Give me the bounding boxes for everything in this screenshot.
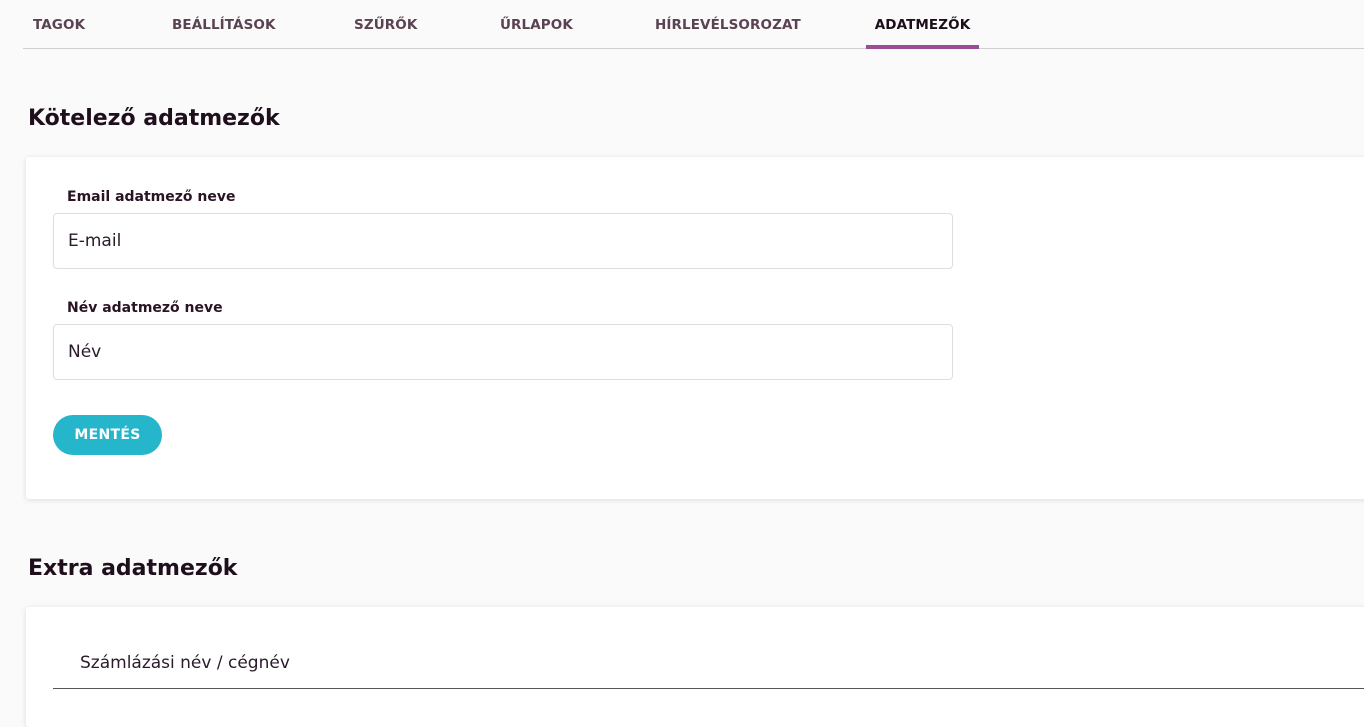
save-button[interactable]: MENTÉS [53, 415, 162, 455]
tab-hirlevelsorozat[interactable]: HÍRLEVÉLSOROZAT [655, 0, 801, 48]
name-field-input[interactable] [53, 324, 953, 380]
extra-field-row[interactable]: Számlázási név / cégnév [53, 635, 1364, 689]
tab-bar: TAGOK BEÁLLÍTÁSOK SZŰRŐK ŰRLAPOK HÍRLEVÉ… [23, 0, 1364, 49]
tab-beallitasok[interactable]: BEÁLLÍTÁSOK [172, 0, 276, 48]
extra-fields-title: Extra adatmezők [28, 556, 238, 581]
email-field-input[interactable] [53, 213, 953, 269]
name-field-label: Név adatmező neve [67, 300, 223, 316]
tab-adatmezok[interactable]: ADATMEZŐK [866, 0, 979, 49]
tab-urlapok[interactable]: ŰRLAPOK [500, 0, 573, 48]
tab-szurok[interactable]: SZŰRŐK [354, 0, 417, 48]
required-fields-card: Email adatmező neve Név adatmező neve ME… [26, 157, 1364, 499]
extra-fields-card: Számlázási név / cégnév [26, 607, 1364, 727]
extra-field-label: Számlázási név / cégnév [80, 653, 290, 673]
email-field-label: Email adatmező neve [67, 189, 236, 205]
required-fields-title: Kötelező adatmezők [28, 106, 280, 131]
tab-tagok[interactable]: TAGOK [33, 0, 85, 48]
